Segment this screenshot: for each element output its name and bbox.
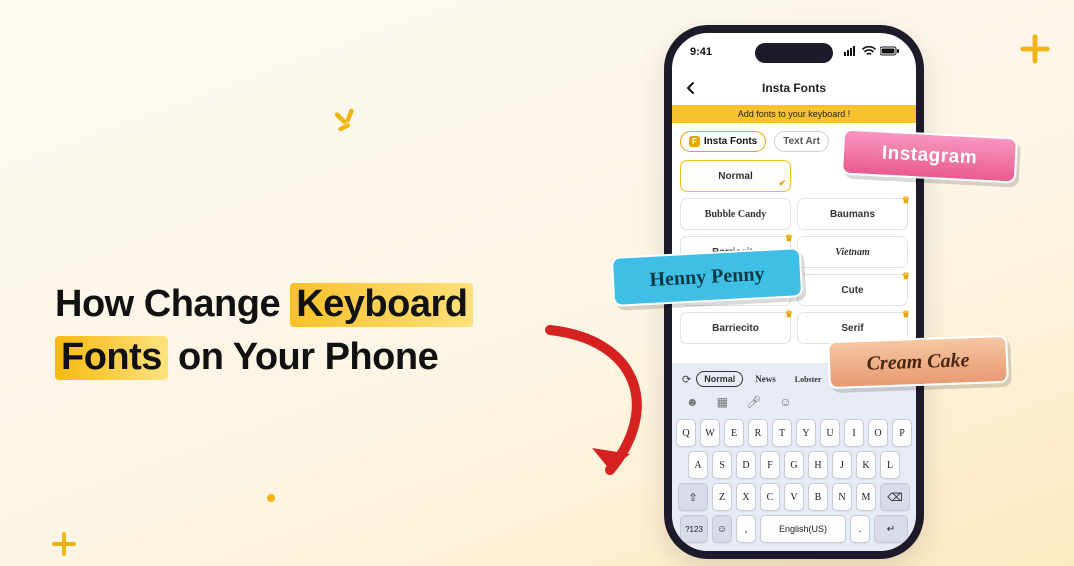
refresh-icon[interactable]: ⟳ xyxy=(682,373,691,386)
key-g[interactable]: G xyxy=(784,451,804,479)
mic-icon[interactable]: 🎤︎ xyxy=(746,395,761,409)
font-card-label: Serif xyxy=(841,323,863,334)
key-t[interactable]: T xyxy=(772,419,792,447)
key-n[interactable]: N xyxy=(832,483,852,511)
emoji-icon[interactable]: ☺ xyxy=(779,395,791,409)
kb-row: Q W E R T Y U I O P xyxy=(676,419,912,447)
key-z[interactable]: Z xyxy=(712,483,732,511)
kb-row: ?123 ☺ , English(US) . ↵ xyxy=(676,515,912,543)
crown-icon: ♛ xyxy=(902,195,910,206)
key-f[interactable]: F xyxy=(760,451,780,479)
crown-icon: ♛ xyxy=(902,309,910,320)
battery-icon xyxy=(880,46,900,59)
callout-henny-penny: Henny Penny xyxy=(611,247,803,307)
key-k[interactable]: K xyxy=(856,451,876,479)
key-return[interactable]: ↵ xyxy=(874,515,908,543)
font-card-label: Barriecito xyxy=(712,323,759,334)
key-j[interactable]: J xyxy=(832,451,852,479)
key-y[interactable]: Y xyxy=(796,419,816,447)
app-title: Insta Fonts xyxy=(762,81,826,95)
font-card[interactable]: ♛ Cute xyxy=(797,274,908,306)
key-shift[interactable]: ⇧ xyxy=(678,483,708,511)
dot-icon xyxy=(266,493,276,503)
kb-font-chip[interactable]: Lobster xyxy=(788,373,829,386)
key-c[interactable]: C xyxy=(760,483,780,511)
tab-insta-fonts[interactable]: F Insta Fonts xyxy=(680,131,766,152)
key-l[interactable]: L xyxy=(880,451,900,479)
font-card-label: Baumans xyxy=(830,209,875,220)
crown-icon: ♛ xyxy=(785,309,793,320)
kb-row: ⇧ Z X C V B N M ⌫ xyxy=(676,483,912,511)
crown-icon: ♛ xyxy=(785,233,793,244)
gif-icon[interactable]: ▦ xyxy=(717,395,728,409)
key-h[interactable]: H xyxy=(808,451,828,479)
font-card-label: Bubble Candy xyxy=(705,209,766,220)
font-card-label: Cute xyxy=(841,285,863,296)
key-backspace[interactable]: ⌫ xyxy=(880,483,910,511)
key-emoji[interactable]: ☺ xyxy=(712,515,732,543)
back-button[interactable] xyxy=(682,79,700,97)
tab-label: Text Art xyxy=(783,136,820,147)
tab-badge: F xyxy=(689,136,700,147)
app-bar: Insta Fonts xyxy=(672,71,916,105)
key-b[interactable]: B xyxy=(808,483,828,511)
check-icon: ✔ xyxy=(778,178,786,189)
key-space[interactable]: English(US) xyxy=(760,515,846,543)
font-card[interactable]: ♛ Barriecito xyxy=(680,312,791,344)
page-title: How Change Keyboard Fonts on Your Phone xyxy=(55,278,595,384)
callout-cream-cake: Cream Cake xyxy=(827,335,1009,389)
key-r[interactable]: R xyxy=(748,419,768,447)
sparkle-icon xyxy=(328,102,364,138)
key-s[interactable]: S xyxy=(712,451,732,479)
key-period[interactable]: . xyxy=(850,515,870,543)
kb-font-chip[interactable]: Normal xyxy=(696,371,743,387)
font-card-label: Normal xyxy=(718,171,752,182)
key-i[interactable]: I xyxy=(844,419,864,447)
font-card-label: Vietnam xyxy=(835,247,869,258)
headline-part: How Change xyxy=(55,283,290,325)
kb-row: A S D F G H J K L xyxy=(676,451,912,479)
headline-part: on Your Phone xyxy=(168,336,438,378)
key-m[interactable]: M xyxy=(856,483,876,511)
font-card[interactable]: ♛ Baumans xyxy=(797,198,908,230)
key-p[interactable]: P xyxy=(892,419,912,447)
kb-font-chip[interactable]: News xyxy=(748,372,783,386)
headline-highlight: Keyboard xyxy=(290,283,473,327)
font-card-normal[interactable]: Normal ✔ xyxy=(680,160,791,192)
dynamic-island xyxy=(755,43,833,63)
status-time: 9:41 xyxy=(690,46,712,58)
font-card[interactable]: Vietnam xyxy=(797,236,908,268)
key-d[interactable]: D xyxy=(736,451,756,479)
key-w[interactable]: W xyxy=(700,419,720,447)
headline-highlight: Fonts xyxy=(55,336,168,380)
key-v[interactable]: V xyxy=(784,483,804,511)
callout-instagram: Instagram xyxy=(841,128,1018,183)
plus-sparkle-icon xyxy=(1018,32,1052,66)
key-symbols[interactable]: ?123 xyxy=(680,515,708,543)
arrow-icon xyxy=(530,320,680,495)
plus-sparkle-icon xyxy=(50,530,78,558)
crown-icon: ♛ xyxy=(902,271,910,282)
callout-label: Cream Cake xyxy=(866,349,970,376)
font-card[interactable]: Bubble Candy xyxy=(680,198,791,230)
callout-label: Instagram xyxy=(881,143,977,170)
key-q[interactable]: Q xyxy=(676,419,696,447)
signal-icon xyxy=(844,46,858,59)
key-x[interactable]: X xyxy=(736,483,756,511)
virtual-keyboard: ⟳ Normal News Lobster Fo ✕ ☻ ▦ 🎤︎ ☺ Q W … xyxy=(672,363,916,551)
tab-text-art[interactable]: Text Art xyxy=(774,131,829,152)
sticker-icon[interactable]: ☻ xyxy=(686,395,699,409)
key-a[interactable]: A xyxy=(688,451,708,479)
key-u[interactable]: U xyxy=(820,419,840,447)
kb-tool-row: ☻ ▦ 🎤︎ ☺ xyxy=(676,393,912,415)
key-e[interactable]: E xyxy=(724,419,744,447)
wifi-icon xyxy=(862,46,876,59)
tab-label: Insta Fonts xyxy=(704,136,757,147)
promo-banner[interactable]: Add fonts to your keyboard ! xyxy=(672,105,916,123)
key-comma[interactable]: , xyxy=(736,515,756,543)
callout-label: Henny Penny xyxy=(649,263,765,292)
key-o[interactable]: O xyxy=(868,419,888,447)
